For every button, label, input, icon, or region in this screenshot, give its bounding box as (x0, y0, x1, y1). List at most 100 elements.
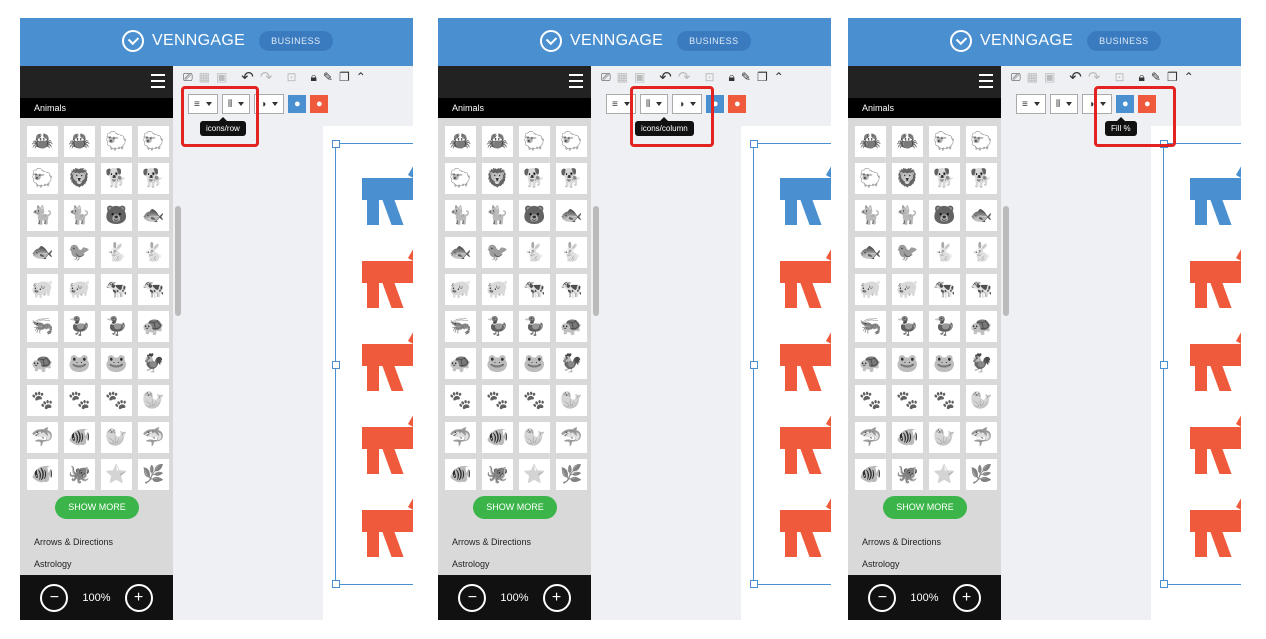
dog-icon[interactable]: 🐕 (101, 163, 132, 194)
shrimp-icon[interactable]: 🦐 (27, 311, 58, 342)
category-item[interactable]: Arrows & Directions (20, 531, 173, 553)
edit-icon[interactable]: ✎ (1151, 70, 1161, 84)
zoom-out-icon[interactable]: − (458, 583, 487, 612)
sheep-icon[interactable]: 🐑 (929, 126, 960, 157)
dog-icon[interactable]: 🐕 (929, 163, 960, 194)
clownfish2-icon[interactable]: 🐠 (27, 459, 58, 490)
turtle-icon[interactable]: 🐢 (966, 311, 997, 342)
cat-icon[interactable]: 🐈 (855, 200, 886, 231)
crab-icon[interactable]: 🦀 (27, 126, 58, 157)
bear-icon[interactable]: 🐻 (929, 200, 960, 231)
coral-icon[interactable]: 🌿 (556, 459, 587, 490)
dog-icon[interactable]: 🐕 (519, 163, 550, 194)
dog-icon[interactable] (780, 404, 831, 477)
redo-icon[interactable]: ↷ (260, 68, 273, 86)
pig-icon[interactable]: 🐖 (855, 274, 886, 305)
duck-outline-icon[interactable]: 🦆 (929, 311, 960, 342)
lion-icon[interactable]: 🦁 (892, 163, 923, 194)
dog-outline-icon[interactable]: 🐕 (138, 163, 169, 194)
bear-icon[interactable]: 🐻 (519, 200, 550, 231)
dog-icon[interactable] (780, 487, 831, 560)
cow-outline-icon[interactable]: 🐄 (138, 274, 169, 305)
sidebar-scrollbar[interactable] (1003, 206, 1009, 316)
undo-icon[interactable]: ↶ (659, 68, 672, 86)
bear-icon[interactable]: 🐻 (101, 200, 132, 231)
cow-icon[interactable]: 🐄 (519, 274, 550, 305)
crop-icon[interactable]: ⎚ (1011, 70, 1021, 85)
image-icon[interactable]: ▣ (216, 70, 227, 84)
clownfish2-icon[interactable]: 🐠 (855, 459, 886, 490)
turtle-outline-icon[interactable]: 🐢 (445, 348, 476, 379)
shark-icon[interactable]: 🦈 (855, 422, 886, 453)
seahorse-outline-icon[interactable]: 🦭 (519, 422, 550, 453)
sheep-outline-icon[interactable]: 🐑 (966, 126, 997, 157)
sheep2-icon[interactable]: 🐑 (855, 163, 886, 194)
paw-bear-icon[interactable]: 🐾 (101, 385, 132, 416)
image-icon[interactable]: ▣ (634, 70, 645, 84)
resize-handle[interactable] (332, 140, 340, 148)
zoom-out-icon[interactable]: − (868, 583, 897, 612)
crab-icon[interactable]: 🦀 (855, 126, 886, 157)
category-item[interactable]: Astrology (848, 553, 1001, 575)
rabbit-outline-icon[interactable]: 🐇 (556, 237, 587, 268)
sheep2-icon[interactable]: 🐑 (445, 163, 476, 194)
paw-icon[interactable]: 🐾 (855, 385, 886, 416)
clownfish-icon[interactable]: 🐠 (64, 422, 95, 453)
copy-icon[interactable]: ❐ (339, 70, 350, 84)
collapse-icon[interactable]: ⌃ (356, 70, 366, 84)
zoom-in-icon[interactable]: + (124, 583, 153, 612)
dog-icon[interactable] (362, 487, 413, 560)
transparency-icon[interactable]: ▦ (617, 70, 628, 84)
fish-outline-icon[interactable]: 🐟 (27, 237, 58, 268)
starfish-icon[interactable]: ⭐ (929, 459, 960, 490)
shrimp-icon[interactable]: 🦐 (445, 311, 476, 342)
seahorse-icon[interactable]: 🦭 (556, 385, 587, 416)
lock-icon[interactable]: 🔒︎ (311, 70, 317, 85)
paw-bear-icon[interactable]: 🐾 (929, 385, 960, 416)
show-more-button[interactable]: SHOW MORE (473, 496, 557, 519)
shark-icon[interactable]: 🦈 (27, 422, 58, 453)
primary-color-swatch[interactable]: ● (288, 95, 307, 113)
clownfish2-icon[interactable]: 🐠 (445, 459, 476, 490)
show-more-button[interactable]: SHOW MORE (883, 496, 967, 519)
starfish-icon[interactable]: ⭐ (519, 459, 550, 490)
dog-icon[interactable] (1190, 404, 1241, 477)
sidebar-scrollbar[interactable] (593, 206, 599, 316)
pig-outline-icon[interactable]: 🐖 (482, 274, 513, 305)
clownfish-icon[interactable]: 🐠 (892, 422, 923, 453)
shrimp-icon[interactable]: 🦐 (855, 311, 886, 342)
rabbit-icon[interactable]: 🐇 (519, 237, 550, 268)
sheep-icon[interactable]: 🐑 (519, 126, 550, 157)
pig-outline-icon[interactable]: 🐖 (64, 274, 95, 305)
category-item[interactable]: Astrology (438, 553, 591, 575)
menu-icon[interactable] (151, 74, 165, 88)
dog-icon[interactable] (1190, 238, 1241, 311)
crab-icon[interactable]: 🦀 (445, 126, 476, 157)
pig-icon[interactable]: 🐖 (27, 274, 58, 305)
dog-icon[interactable] (362, 155, 413, 228)
dog-icon[interactable] (1190, 155, 1241, 228)
dog-icon[interactable] (362, 238, 413, 311)
frog-icon[interactable]: 🐸 (892, 348, 923, 379)
resize-handle[interactable] (332, 580, 340, 588)
transparency-icon[interactable]: ▦ (1027, 70, 1038, 84)
cow-outline-icon[interactable]: 🐄 (556, 274, 587, 305)
dog-icon[interactable] (362, 321, 413, 394)
starfish-icon[interactable]: ⭐ (101, 459, 132, 490)
paw-icon[interactable]: 🐾 (27, 385, 58, 416)
category-item[interactable]: Arrows & Directions (438, 531, 591, 553)
zoom-out-icon[interactable]: − (40, 583, 69, 612)
seahorse-outline-icon[interactable]: 🦭 (929, 422, 960, 453)
dog-icon[interactable] (780, 238, 831, 311)
seahorse-icon[interactable]: 🦭 (966, 385, 997, 416)
secondary-color-swatch[interactable]: ● (310, 95, 329, 113)
pig-icon[interactable]: 🐖 (445, 274, 476, 305)
transparency-icon[interactable]: ▦ (199, 70, 210, 84)
turtle-icon[interactable]: 🐢 (138, 311, 169, 342)
crab-outline-icon[interactable]: 🦀 (892, 126, 923, 157)
resize-handle[interactable] (750, 580, 758, 588)
dog-icon[interactable] (1190, 321, 1241, 394)
frog-outline-icon[interactable]: 🐸 (101, 348, 132, 379)
dog-icon[interactable] (780, 321, 831, 394)
lion-icon[interactable]: 🦁 (64, 163, 95, 194)
